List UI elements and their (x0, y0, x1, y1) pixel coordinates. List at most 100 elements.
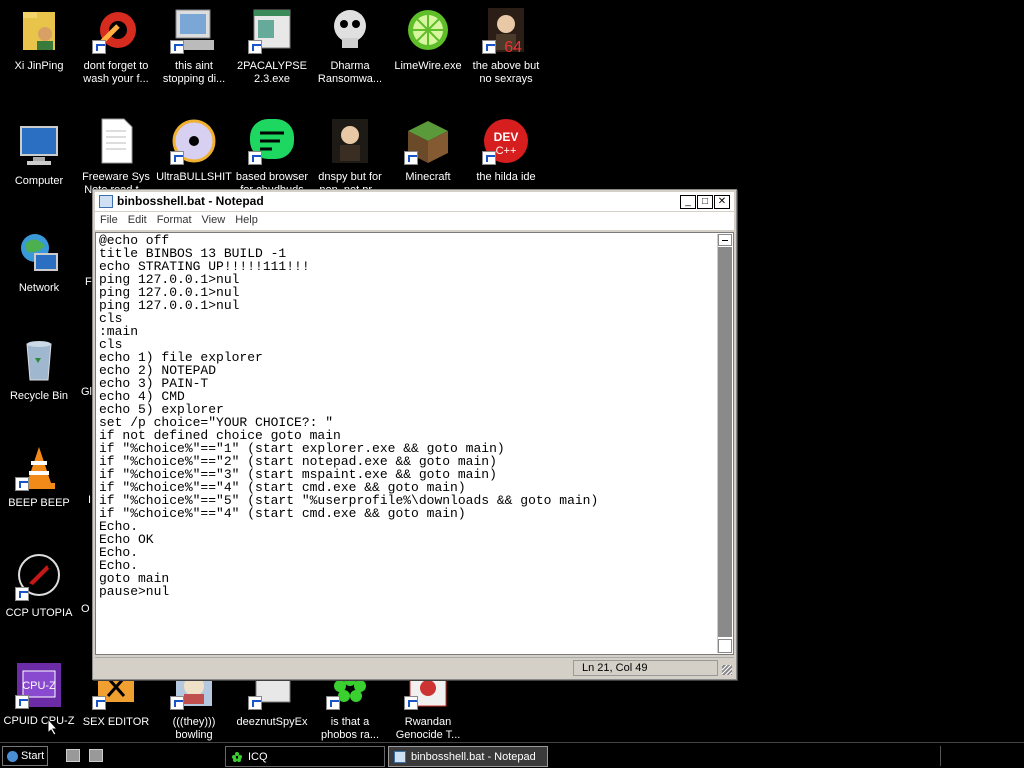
icon-label: (((they))) bowling (172, 716, 216, 741)
scroll-up-button[interactable] (718, 234, 732, 246)
taskbar: Start ICQ binbosshell.bat - Notepad (0, 742, 1024, 768)
mouse-cursor-icon (47, 717, 59, 739)
shortcut-arrow-icon (482, 151, 496, 165)
title-bar[interactable]: binbosshell.bat - Notepad _ □ ✕ (95, 192, 734, 211)
status-bar: Ln 21, Col 49 (95, 657, 734, 677)
skull-icon (326, 6, 374, 54)
scroll-down-button[interactable] (718, 639, 732, 653)
show-desktop-icon[interactable] (66, 749, 80, 762)
desktop-icon-dharma[interactable]: Dharma Ransomwa... (311, 6, 389, 86)
shortcut-arrow-icon (248, 40, 262, 54)
icon-label: deeznutSpyEx (236, 716, 308, 728)
maximize-button[interactable]: □ (697, 195, 713, 209)
menu-format[interactable]: Format (152, 212, 197, 226)
cursor-position: Ln 21, Col 49 (573, 660, 718, 676)
menu-help[interactable]: Help (230, 212, 263, 226)
partial-label: I (88, 494, 92, 506)
icon-label: the above but no sexrays (472, 60, 540, 85)
desktop-icon-computer[interactable]: Computer (0, 121, 78, 188)
program-icon (248, 6, 296, 54)
partial-label: O (81, 603, 90, 615)
icon-label: the hilda ide (476, 171, 536, 183)
desktop-icon-dont-forget[interactable]: dont forget to wash your f... (77, 6, 155, 86)
desktop-icon-network[interactable]: Network (0, 228, 78, 295)
icon-label: is that a phobos ra... (320, 716, 380, 741)
minecraft-icon (404, 117, 452, 165)
text-editor[interactable]: @echo off title BINBOS 13 BUILD -1 echo … (95, 232, 734, 655)
partial-label: F (85, 276, 92, 288)
desktop-icon-hilda-ide[interactable]: DEV C++ the hilda ide (467, 117, 545, 184)
desktop-icon-the-above[interactable]: 64 the above but no sexrays (467, 6, 545, 86)
start-label: Start (21, 750, 45, 762)
portrait-icon: 64 (482, 6, 530, 56)
desktop-icon-limewire[interactable]: LimeWire.exe (389, 6, 467, 73)
desktop-icon-dnspy[interactable]: dnspy but for non .net pr... (311, 117, 389, 197)
taskbar-item-icq[interactable]: ICQ (225, 746, 385, 767)
svg-text:C++: C++ (496, 145, 517, 157)
icon-label: CCP UTOPIA (5, 607, 73, 619)
icon-label: Recycle Bin (9, 390, 69, 402)
task-label: binbosshell.bat - Notepad (411, 751, 536, 763)
limewire-icon (404, 6, 452, 54)
resize-grip-icon[interactable] (722, 665, 732, 675)
devcpp-icon: DEV C++ (482, 117, 530, 165)
shortcut-arrow-icon (248, 696, 262, 710)
icon-label: LimeWire.exe (394, 60, 462, 72)
shortcut-arrow-icon (170, 151, 184, 165)
notepad-window[interactable]: binbosshell.bat - Notepad _ □ ✕ File Edit… (92, 189, 737, 680)
shortcut-arrow-icon (404, 151, 418, 165)
desktop-icon-ccp-utopia[interactable]: CCP UTOPIA (0, 553, 78, 620)
shortcut-arrow-icon (92, 696, 106, 710)
icon-label: Rwandan Genocide T... (395, 716, 461, 741)
windows-logo-icon (7, 751, 18, 762)
icon-label: dont forget to wash your f... (83, 60, 149, 85)
close-button[interactable]: ✕ (714, 195, 730, 209)
taskbar-item-notepad[interactable]: binbosshell.bat - Notepad (388, 746, 548, 767)
shortcut-arrow-icon (248, 151, 262, 165)
icon-label: UltraBULLSHIT (156, 171, 232, 183)
recycle-bin-icon (15, 336, 63, 384)
task-label: ICQ (248, 751, 268, 763)
ccleaner-icon (92, 6, 140, 54)
menu-bar: File Edit Format View Help (95, 212, 734, 230)
desktop-icon-this-aint-stopping[interactable]: this aint stopping di... (155, 6, 233, 86)
vlc-icon (15, 443, 63, 491)
desktop-icon-xi-jinping[interactable]: Xi JinPing (0, 6, 78, 73)
desktop-icon-freeware[interactable]: Freeware Sys Note read t... (77, 117, 155, 197)
desktop-icon-cpuid[interactable]: CPU-Z CPUID CPU-Z (0, 661, 78, 728)
scroll-thumb[interactable] (718, 247, 732, 637)
minimize-button[interactable]: _ (680, 195, 696, 209)
shortcut-arrow-icon (482, 40, 496, 54)
icon-label: Xi JinPing (14, 60, 64, 72)
desktop-icon-ultrabullshit[interactable]: UltraBULLSHIT (155, 117, 233, 184)
menu-file[interactable]: File (95, 212, 123, 226)
desktop-icon-recycle-bin[interactable]: Recycle Bin (0, 336, 78, 403)
computer-icon (15, 121, 63, 169)
notepad-icon (99, 195, 113, 208)
menu-edit[interactable]: Edit (123, 212, 152, 226)
partial-label: Gl (81, 386, 92, 398)
vertical-scrollbar[interactable] (717, 234, 732, 653)
svg-text:DEV: DEV (494, 130, 519, 144)
desktop-icon-based-browser[interactable]: based browser for chudbuds (233, 117, 311, 197)
system-tray (940, 746, 1024, 766)
icon-label: SEX EDITOR (82, 716, 150, 728)
start-button[interactable]: Start (2, 746, 48, 766)
folder-user-icon (15, 6, 63, 54)
desktop-icon-beep-beep[interactable]: BEEP BEEP (0, 443, 78, 510)
text-document-icon (92, 117, 140, 165)
menu-view[interactable]: View (197, 212, 231, 226)
icq-icon (232, 752, 242, 762)
network-icon (15, 228, 63, 276)
desktop-icon-2pacalypse[interactable]: 2PACALYPSE 2.3.exe (233, 6, 311, 86)
icon-label: BEEP BEEP (8, 497, 70, 509)
svg-text:64: 64 (504, 39, 522, 54)
file-content[interactable]: @echo off title BINBOS 13 BUILD -1 echo … (99, 234, 713, 652)
explorer-quicklaunch-icon[interactable] (89, 749, 103, 762)
icon-label: Minecraft (405, 171, 451, 183)
desktop-icon-minecraft[interactable]: Minecraft (389, 117, 467, 184)
shortcut-arrow-icon (92, 40, 106, 54)
icon-label: Dharma Ransomwa... (317, 60, 383, 85)
portrait-icon (326, 117, 374, 165)
shortcut-arrow-icon (326, 696, 340, 710)
